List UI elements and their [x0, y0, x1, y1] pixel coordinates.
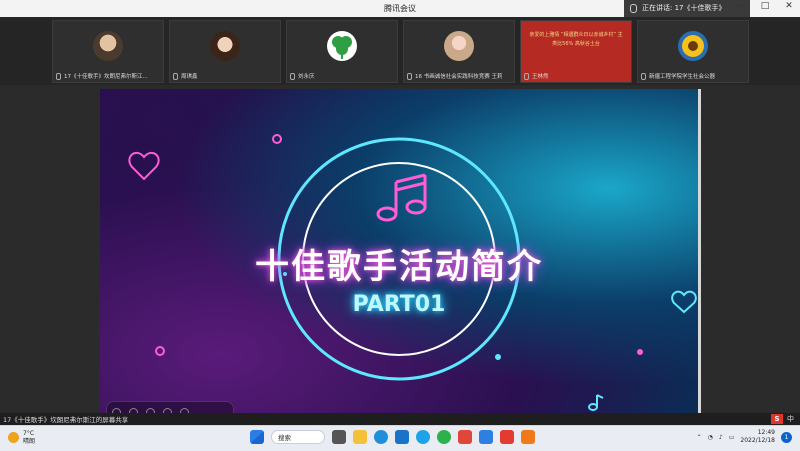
- speaking-label: 正在讲话: 17《十佳歌手》: [642, 4, 726, 12]
- sparkle-dot: [637, 349, 643, 355]
- weather-widget[interactable]: 7°C 晴朗: [8, 430, 35, 446]
- windows-taskbar: 7°C 晴朗 搜索 ⌃ ◔ ♪ ▭ 12:49 2022/12/18 1: [0, 425, 800, 451]
- heart-icon: [128, 151, 160, 181]
- clock-time: 12:49: [757, 429, 775, 436]
- participant-tile[interactable]: 刘永庆: [286, 20, 398, 83]
- ie-browser-icon[interactable]: [416, 430, 430, 444]
- battery-icon[interactable]: ▭: [729, 434, 735, 441]
- task-view-icon[interactable]: [332, 430, 346, 444]
- weather-desc: 晴朗: [23, 438, 36, 445]
- sunflower-icon: [682, 35, 704, 57]
- participant-name: 王林然: [532, 74, 549, 80]
- close-button[interactable]: ✕: [782, 1, 796, 11]
- avatar: [210, 31, 240, 61]
- network-icon[interactable]: ◔: [708, 434, 713, 441]
- shared-slide[interactable]: 十佳歌手活动简介 PART01: [100, 89, 698, 421]
- start-button-icon[interactable]: [250, 430, 264, 444]
- participant-tile[interactable]: 17《十佳歌手》坎朗尼弗尔斯江...: [52, 20, 164, 83]
- sparkle-dot: [272, 134, 282, 144]
- weather-temp: 7°C: [23, 430, 35, 437]
- share-info-bar: 17《十佳歌手》坎朗尼弗尔斯江的屏幕共享 S 中: [0, 413, 800, 425]
- sparkle-dot: [495, 354, 501, 360]
- speaking-indicator[interactable]: 正在讲话: 17《十佳歌手》: [624, 0, 750, 17]
- system-tray: ⌃ ◔ ♪ ▭ 12:49 2022/12/18 1: [697, 429, 792, 445]
- sparkle-dot: [155, 346, 165, 356]
- app-icon[interactable]: [458, 430, 472, 444]
- participant-tile[interactable]: 周琪鑫: [169, 20, 281, 83]
- video-app-icon[interactable]: [521, 430, 535, 444]
- taskbar-apps: 搜索: [250, 430, 535, 444]
- window-controls: — □ ✕: [734, 1, 796, 11]
- scrollbar[interactable]: [698, 89, 701, 421]
- mic-icon: [641, 73, 646, 80]
- file-explorer-icon[interactable]: [353, 430, 367, 444]
- avatar: [678, 31, 708, 61]
- edge-browser-icon[interactable]: [374, 430, 388, 444]
- ime-toolbar[interactable]: S 中: [771, 414, 794, 424]
- participant-tile[interactable]: 16 书画诚信社会实践科技竞赛 王莉: [403, 20, 515, 83]
- minimize-button[interactable]: —: [734, 1, 748, 11]
- notification-badge[interactable]: 1: [781, 431, 792, 443]
- mic-icon: [290, 73, 295, 80]
- mic-icon: [173, 73, 178, 80]
- participant-tile-active[interactable]: 亲爱的上雅情 “相遇群众日以赤诚乡村” 主类比56% 高秋谷土台 王林然: [520, 20, 632, 83]
- share-stage: 十佳歌手活动简介 PART01: [0, 85, 800, 425]
- slide-subtitle: PART01: [352, 292, 446, 317]
- sun-icon: [8, 432, 19, 443]
- participant-name: 周琪鑫: [181, 74, 198, 80]
- shared-slide-preview: 亲爱的上雅情 “相遇群众日以赤诚乡村” 主类比56% 高秋谷土台: [529, 32, 623, 47]
- clock-date: 2022/12/18: [740, 437, 775, 444]
- participant-name: 新疆工程学院学生社会公器: [649, 74, 716, 80]
- mic-icon: [56, 73, 61, 80]
- volume-icon[interactable]: ♪: [719, 434, 723, 441]
- mic-icon: [524, 73, 529, 80]
- participant-tile[interactable]: 新疆工程学院学生社会公器: [637, 20, 749, 83]
- sogou-ime-icon[interactable]: S: [771, 414, 783, 424]
- taskbar-search[interactable]: 搜索: [271, 430, 325, 444]
- participant-name: 17《十佳歌手》坎朗尼弗尔斯江...: [64, 74, 148, 80]
- slide-title: 十佳歌手活动简介: [255, 247, 543, 287]
- participant-name: 16 书画诚信社会实践科技竞赛 王莉: [415, 74, 503, 80]
- avatar: [327, 31, 357, 61]
- share-label: 17《十佳歌手》坎朗尼弗尔斯江的屏幕共享: [3, 416, 129, 424]
- maximize-button[interactable]: □: [758, 1, 772, 11]
- ime-mode[interactable]: 中: [787, 414, 794, 424]
- clock[interactable]: 12:49 2022/12/18: [740, 429, 775, 445]
- clover-icon: [332, 36, 352, 59]
- tencent-meeting-icon[interactable]: [479, 430, 493, 444]
- participant-name: 刘永庆: [298, 74, 315, 80]
- wechat-icon[interactable]: [437, 430, 451, 444]
- mic-icon: [407, 73, 412, 80]
- window-titlebar: 腾讯会议 正在讲话: 17《十佳歌手》 — □ ✕: [0, 0, 800, 18]
- store-icon[interactable]: [395, 430, 409, 444]
- avatar: [93, 31, 123, 61]
- avatar: [444, 31, 474, 61]
- music-note-small-icon: [588, 394, 604, 411]
- mic-icon: [630, 3, 637, 13]
- wps-icon[interactable]: [500, 430, 514, 444]
- music-note-icon: [376, 173, 427, 222]
- chevron-up-icon[interactable]: ⌃: [697, 434, 702, 441]
- participant-strip: 17《十佳歌手》坎朗尼弗尔斯江... 周琪鑫 刘永庆 16 书画诚信社会实践科技…: [0, 17, 800, 85]
